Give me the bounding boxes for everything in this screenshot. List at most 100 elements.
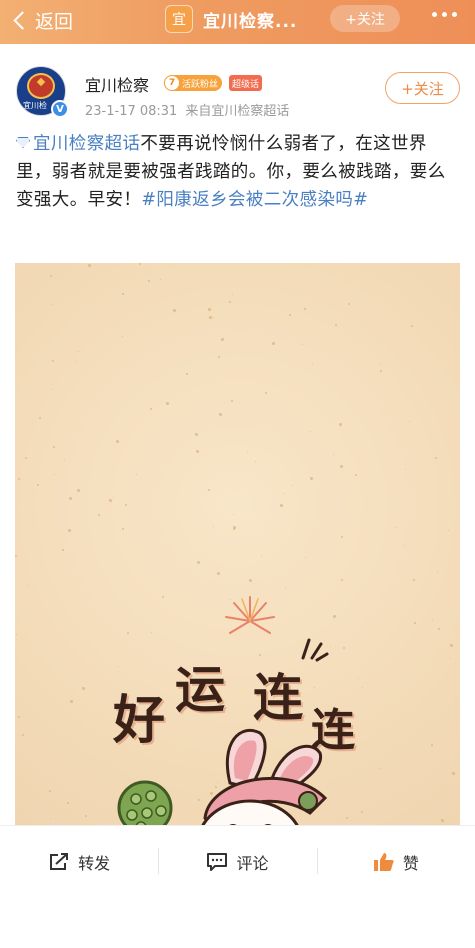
- repost-button[interactable]: 转发: [0, 826, 158, 897]
- speckle-dot: [437, 571, 438, 572]
- speckle-dot: [343, 647, 345, 649]
- action-bar: 转发 评论 赞: [0, 825, 475, 897]
- speckle-dot: [358, 678, 359, 679]
- speckle-dot: [219, 413, 222, 416]
- sparkle-lines-icon: [301, 638, 329, 662]
- post-body: 宜川检察超话不要再说怜悯什么弱者了，在这世界里，弱者就是要被强者践踏的。你，要么…: [16, 130, 461, 214]
- speckle-dot: [69, 497, 72, 500]
- user-name[interactable]: 宜川检察: [85, 72, 149, 96]
- post-source[interactable]: 来自宜川检察超话: [185, 104, 289, 119]
- speckle-dot: [304, 308, 306, 310]
- post-time: 23-1-17 08:31: [85, 104, 178, 119]
- speckle-dot: [247, 451, 248, 452]
- speckle-dot: [18, 716, 20, 718]
- nav-title: 宜川检察...: [203, 11, 298, 32]
- speckle-dot: [380, 370, 382, 372]
- nav-title-group[interactable]: 宜 宜川检察...: [165, 5, 297, 33]
- fan-level-number: 7: [164, 75, 180, 91]
- speckle-dot: [292, 485, 293, 486]
- like-button[interactable]: 赞: [316, 826, 475, 897]
- follow-button[interactable]: +关注: [385, 72, 460, 104]
- speckle-dot: [348, 303, 350, 305]
- speckle-dot: [340, 465, 343, 468]
- speckle-dot: [333, 615, 336, 618]
- speckle-dot: [231, 400, 233, 402]
- speckle-dot: [450, 644, 453, 647]
- speckle-dot: [77, 489, 80, 492]
- top-nav-bar: 返回 宜 宜川检察... +关注: [0, 0, 475, 44]
- speckle-dot: [122, 293, 124, 295]
- speckle-dot: [127, 632, 129, 634]
- speckle-dot: [196, 450, 199, 453]
- speckle-dot: [452, 772, 455, 775]
- hashtag-link[interactable]: #阳康返乡会被二次感染吗#: [141, 190, 368, 210]
- nav-follow-button[interactable]: +关注: [330, 5, 400, 32]
- speckle-dot: [448, 530, 449, 531]
- speckle-dot: [404, 545, 405, 546]
- speckle-dot: [166, 402, 169, 405]
- speckle-dot: [285, 587, 286, 588]
- speckle-dot: [160, 279, 161, 280]
- speckle-dot: [355, 474, 357, 476]
- speckle-dot: [380, 768, 381, 769]
- speckle-dot: [75, 361, 76, 362]
- speckle-dot: [413, 579, 415, 581]
- firework-icon: [225, 596, 275, 634]
- speckle-dot: [50, 818, 51, 819]
- speckle-dot: [302, 344, 303, 345]
- speckle-dot: [15, 555, 17, 557]
- comment-icon: [207, 852, 228, 871]
- chevron-left-icon: [13, 10, 32, 30]
- speckle-dot: [335, 324, 337, 326]
- supertopic-link[interactable]: 宜川检察超话: [33, 134, 140, 154]
- speckle-dot: [272, 342, 275, 345]
- speckle-dot: [280, 504, 283, 507]
- post-card: 宜川检 V 宜川检察 7 活跃粉丝 超级话 23-1-17 08:31 来自宜川检…: [0, 44, 475, 948]
- speckle-dot: [25, 457, 27, 459]
- speckle-dot: [39, 417, 41, 419]
- speckle-dot: [122, 528, 124, 530]
- post-meta: 23-1-17 08:31 来自宜川检察超话: [85, 100, 289, 119]
- speckle-dot: [431, 744, 433, 746]
- topic-badge-icon: 宜: [165, 5, 193, 33]
- speckle-dot: [70, 700, 73, 703]
- back-button[interactable]: 返回: [10, 6, 73, 34]
- speckle-dot: [16, 634, 17, 635]
- speckle-dot: [122, 336, 123, 337]
- speckle-dot: [310, 431, 311, 432]
- speckle-dot: [116, 440, 119, 443]
- post-image[interactable]: 好 运 连 连: [15, 263, 460, 869]
- repost-icon: [50, 852, 69, 870]
- more-options-icon[interactable]: [432, 12, 457, 17]
- speckle-dot: [53, 446, 55, 448]
- repost-label: 转发: [78, 853, 111, 873]
- speckle-dot: [265, 392, 267, 394]
- comment-button[interactable]: 评论: [158, 826, 316, 897]
- speckle-dot: [85, 815, 87, 817]
- speckle-dot: [208, 489, 210, 491]
- supertopic-diamond-icon: [16, 137, 30, 148]
- speckle-dot: [232, 294, 233, 295]
- speckle-dot: [380, 364, 381, 365]
- speckle-dot: [67, 802, 69, 804]
- like-label: 赞: [402, 853, 419, 873]
- speckle-dot: [22, 734, 24, 736]
- speckle-dot: [233, 528, 235, 530]
- verified-badge-icon: V: [51, 100, 69, 118]
- speckle-dot: [233, 514, 234, 515]
- speckle-dot: [18, 478, 20, 480]
- speckle-dot: [50, 275, 52, 277]
- speckle-dot: [411, 325, 413, 327]
- speckle-dot: [414, 622, 416, 624]
- speckle-dot: [52, 389, 53, 390]
- speckle-dot: [341, 579, 343, 581]
- speckle-dot: [64, 459, 65, 460]
- speckle-dot: [229, 301, 231, 303]
- speckle-dot: [283, 493, 284, 494]
- speckle-dot: [118, 666, 119, 667]
- speckle-dot: [195, 433, 198, 436]
- speckle-dot: [395, 527, 396, 528]
- speckle-dot: [362, 687, 363, 688]
- speckle-dot: [217, 572, 220, 575]
- host-badge: 超级话: [229, 75, 263, 91]
